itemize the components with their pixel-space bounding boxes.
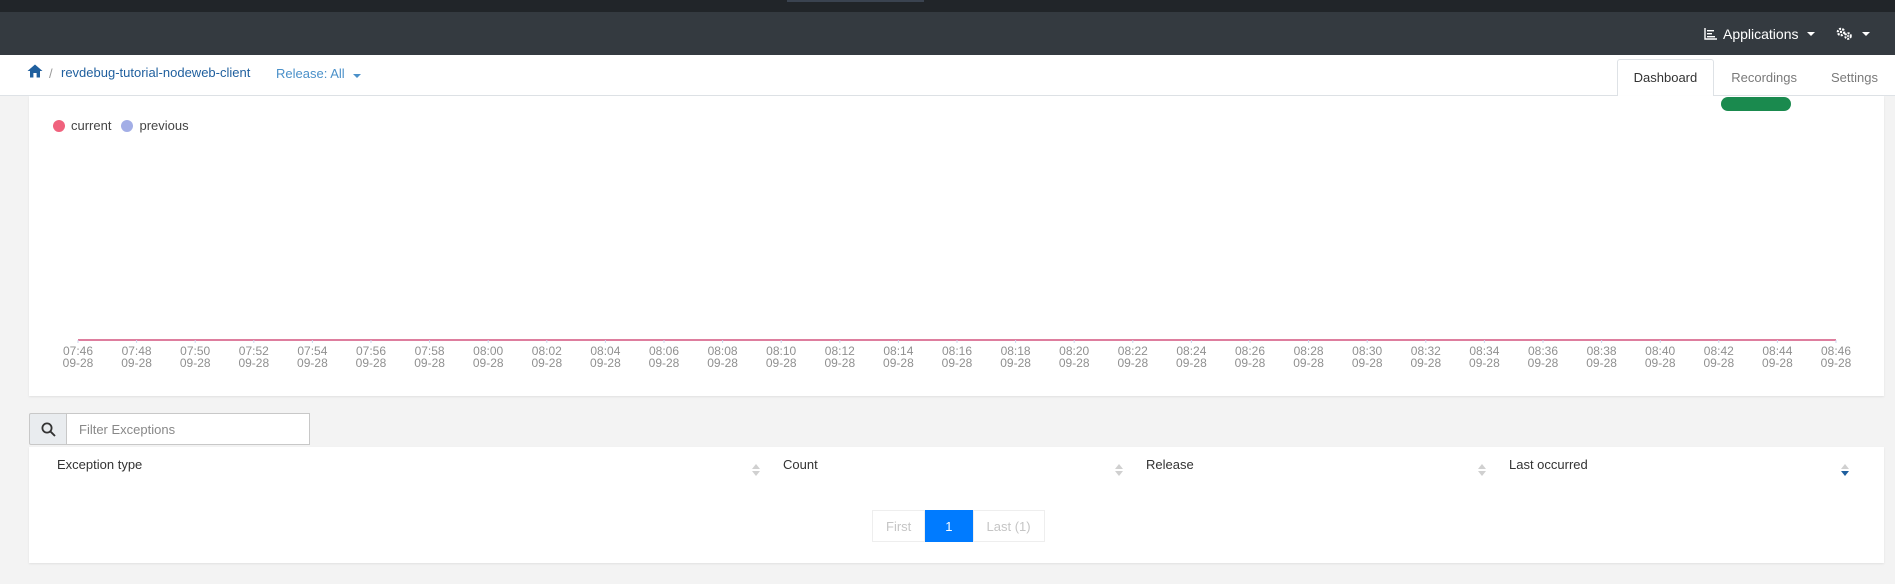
chevron-down-icon — [1862, 31, 1870, 36]
exceptions-chart-card: current previous 07:46 09-28 07:48 09-28 07:… — [29, 96, 1884, 396]
pagination-last[interactable]: Last (1) — [972, 510, 1045, 542]
x-tick-label-date: 09-28 — [1000, 356, 1031, 370]
exception-filter — [29, 413, 310, 445]
chart-icon — [1704, 27, 1717, 40]
gears-icon — [1836, 27, 1852, 40]
search-button[interactable] — [29, 413, 67, 445]
status-indicator-bar — [1721, 97, 1791, 111]
column-header-release[interactable]: Release — [1146, 457, 1194, 472]
applications-menu[interactable]: Applications — [1704, 12, 1815, 55]
sort-icon[interactable] — [1478, 464, 1486, 476]
x-tick-label-date: 09-28 — [1410, 356, 1441, 370]
x-tick-label-date: 09-28 — [180, 356, 211, 370]
x-tick-label-date: 09-28 — [942, 356, 973, 370]
x-tick-label-date: 09-28 — [590, 356, 621, 370]
x-tick-label-date: 09-28 — [766, 356, 797, 370]
x-tick-label-date: 09-28 — [1176, 356, 1207, 370]
x-tick-label-date: 09-28 — [414, 356, 445, 370]
column-header-count[interactable]: Count — [783, 457, 818, 472]
search-icon — [41, 422, 56, 437]
x-tick-label-date: 09-28 — [531, 356, 562, 370]
sort-icon[interactable] — [1115, 464, 1123, 476]
navbar — [0, 12, 1895, 55]
tab-settings[interactable]: Settings — [1814, 59, 1895, 96]
x-tick-label-date: 09-28 — [1528, 356, 1559, 370]
exceptions-chart: 07:4609-2807:4809-2807:5009-2807:5209-28… — [63, 339, 1852, 370]
x-tick-label-date: 09-28 — [1645, 356, 1676, 370]
settings-menu[interactable] — [1836, 12, 1870, 55]
release-dropdown[interactable]: Release: All — [276, 66, 361, 81]
x-tick-label-date: 09-28 — [1352, 356, 1383, 370]
page-tabs: Dashboard Recordings Settings — [1616, 59, 1895, 96]
x-tick-label-date: 09-28 — [1469, 356, 1500, 370]
x-tick-label-date: 09-28 — [1586, 356, 1617, 370]
x-tick-label-date: 09-28 — [297, 356, 328, 370]
top-strip — [0, 0, 1895, 12]
tab-recordings[interactable]: Recordings — [1714, 59, 1814, 96]
sort-desc-icon[interactable] — [1841, 464, 1849, 476]
x-tick-label-date: 09-28 — [121, 356, 152, 370]
x-tick-label-date: 09-28 — [1762, 356, 1793, 370]
x-tick-label-date: 09-28 — [883, 356, 914, 370]
exceptions-table: Exception type Count Release Last occurr… — [29, 447, 1884, 563]
x-tick-label-date: 09-28 — [473, 356, 504, 370]
chevron-down-icon — [1806, 31, 1815, 36]
tab-dashboard[interactable]: Dashboard — [1616, 59, 1715, 96]
applications-label: Applications — [1723, 25, 1799, 42]
x-tick-label-date: 09-28 — [1821, 356, 1852, 370]
column-header-last-occurred[interactable]: Last occurred — [1509, 457, 1588, 472]
chevron-down-icon — [352, 74, 361, 78]
release-dropdown-label: Release: All — [276, 66, 345, 81]
column-header-exception-type[interactable]: Exception type — [57, 457, 142, 472]
x-tick-label-date: 09-28 — [238, 356, 269, 370]
filter-exceptions-input[interactable] — [67, 413, 310, 445]
pagination-page-1[interactable]: 1 — [925, 510, 973, 542]
pagination: First 1 Last (1) — [872, 510, 1045, 542]
x-tick-label-date: 09-28 — [1117, 356, 1148, 370]
breadcrumb: / revdebug-tutorial-nodeweb-client Relea… — [0, 55, 1895, 96]
top-strip-tab — [787, 0, 924, 2]
x-tick-label-date: 09-28 — [63, 356, 94, 370]
breadcrumb-project-link[interactable]: revdebug-tutorial-nodeweb-client — [61, 65, 250, 80]
x-tick-label-date: 09-28 — [1059, 356, 1090, 370]
x-tick-label-date: 09-28 — [824, 356, 855, 370]
breadcrumb-separator: / — [49, 66, 53, 81]
home-icon[interactable] — [27, 64, 43, 78]
x-tick-label-date: 09-28 — [649, 356, 680, 370]
x-tick-label-date: 09-28 — [1235, 356, 1266, 370]
pagination-first[interactable]: First — [872, 510, 926, 542]
x-tick-label-date: 09-28 — [1703, 356, 1734, 370]
x-tick-label-date: 09-28 — [707, 356, 738, 370]
sort-icon[interactable] — [752, 464, 760, 476]
x-tick-label-date: 09-28 — [356, 356, 387, 370]
x-tick-label-date: 09-28 — [1293, 356, 1324, 370]
